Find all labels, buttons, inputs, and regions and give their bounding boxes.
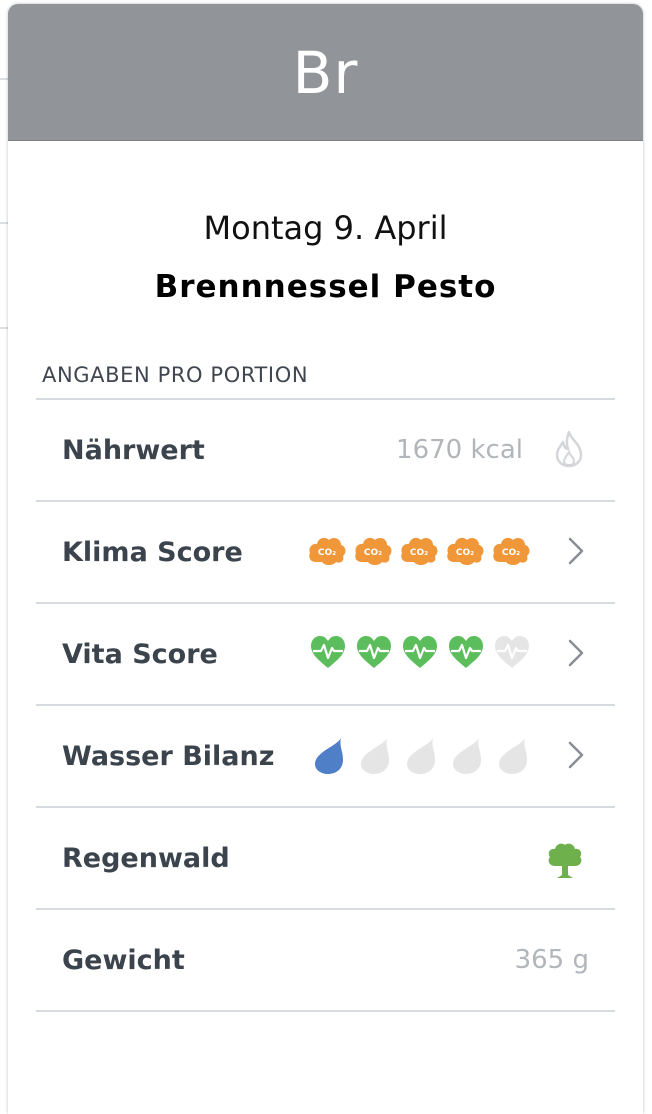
weight-value: 365 g [514, 945, 589, 975]
klima-score-rating: CO₂ CO₂ CO₂ CO₂ CO₂ [307, 532, 531, 570]
background-divider [0, 222, 8, 224]
svg-text:CO₂: CO₂ [502, 548, 520, 558]
water-drop-icon-inactive [357, 736, 393, 776]
row-wasser-bilanz[interactable]: Wasser Bilanz [36, 706, 615, 808]
vita-score-rating [309, 634, 531, 670]
wasser-bilanz-rating [311, 736, 531, 776]
heart-pulse-icon [447, 634, 485, 670]
nutrition-list: Nährwert 1670 kcal Klima Score CO₂ CO₂ C… [36, 398, 615, 1012]
recipe-abbreviation: Br [292, 39, 359, 107]
svg-text:CO₂: CO₂ [456, 548, 474, 558]
background-divider [0, 78, 8, 80]
svg-text:CO₂: CO₂ [364, 548, 382, 558]
row-naehrwert: Nährwert 1670 kcal [36, 400, 615, 502]
heart-pulse-icon-inactive [493, 634, 531, 670]
co2-cloud-icon: CO₂ [353, 532, 393, 570]
row-gewicht: Gewicht 365 g [36, 910, 615, 1012]
svg-text:CO₂: CO₂ [318, 548, 336, 558]
tree-icon [545, 840, 585, 885]
water-drop-icon-inactive [449, 736, 485, 776]
row-label: Gewicht [62, 944, 185, 976]
recipe-title: Brennnessel Pesto [154, 269, 497, 305]
co2-cloud-icon: CO₂ [307, 532, 347, 570]
water-drop-icon-inactive [403, 736, 439, 776]
co2-cloud-icon: CO₂ [399, 532, 439, 570]
recipe-date: Montag 9. April [203, 209, 448, 247]
water-drop-icon [311, 736, 347, 776]
co2-cloud-icon: CO₂ [445, 532, 485, 570]
heart-pulse-icon [401, 634, 439, 670]
background-divider [0, 327, 8, 329]
water-drop-icon-inactive [495, 736, 531, 776]
row-klima-score[interactable]: Klima Score CO₂ CO₂ CO₂ CO₂ CO₂ [36, 502, 615, 604]
card-header: Br [8, 4, 643, 141]
flame-icon [553, 430, 585, 473]
row-vita-score[interactable]: Vita Score [36, 604, 615, 706]
calories-value: 1670 kcal [396, 435, 523, 465]
recipe-detail-card: Br Montag 9. April Brennnessel Pesto ANG… [8, 4, 643, 1114]
row-label: Wasser Bilanz [62, 740, 275, 772]
chevron-right-icon[interactable] [567, 740, 585, 775]
row-label: Vita Score [62, 638, 218, 670]
row-regenwald: Regenwald [36, 808, 615, 910]
row-label: Regenwald [62, 842, 230, 874]
chevron-right-icon[interactable] [567, 638, 585, 673]
heart-pulse-icon [355, 634, 393, 670]
section-label: ANGABEN PRO PORTION [42, 363, 309, 387]
row-label: Nährwert [62, 434, 205, 466]
heart-pulse-icon [309, 634, 347, 670]
co2-cloud-icon: CO₂ [491, 532, 531, 570]
svg-text:CO₂: CO₂ [410, 548, 428, 558]
chevron-right-icon[interactable] [567, 536, 585, 571]
row-label: Klima Score [62, 536, 243, 568]
